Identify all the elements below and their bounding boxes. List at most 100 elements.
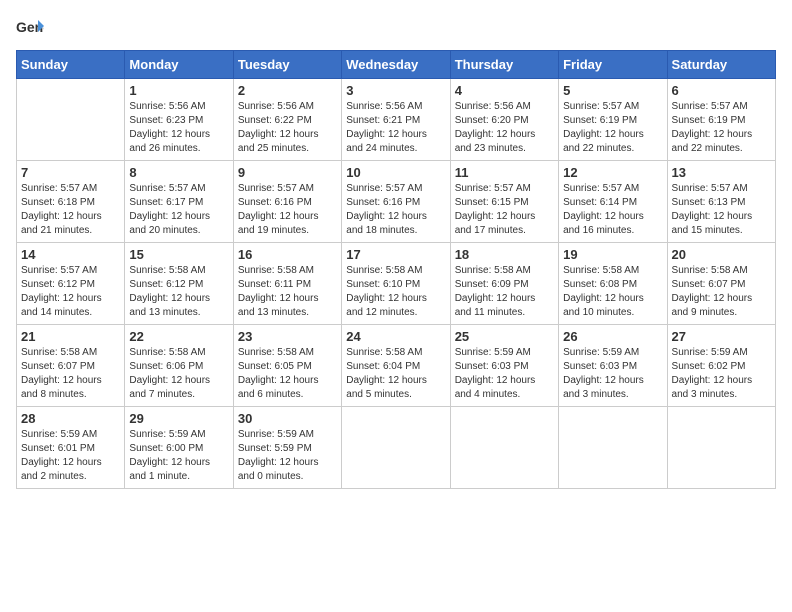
day-number: 2: [238, 83, 337, 98]
day-info: Sunrise: 5:59 AM Sunset: 6:00 PM Dayligh…: [129, 428, 228, 484]
day-info: Sunrise: 5:58 AM Sunset: 6:12 PM Dayligh…: [129, 264, 228, 320]
day-info: Sunrise: 5:58 AM Sunset: 6:06 PM Dayligh…: [129, 346, 228, 402]
day-info: Sunrise: 5:59 AM Sunset: 6:02 PM Dayligh…: [672, 346, 771, 402]
day-number: 15: [129, 247, 228, 262]
calendar-cell: 12 Sunrise: 5:57 AM Sunset: 6:14 PM Dayli…: [559, 161, 667, 243]
day-info: Sunrise: 5:57 AM Sunset: 6:18 PM Dayligh…: [21, 182, 120, 238]
day-info: Sunrise: 5:59 AM Sunset: 6:01 PM Dayligh…: [21, 428, 120, 484]
day-number: 10: [346, 165, 445, 180]
calendar-cell: 29 Sunrise: 5:59 AM Sunset: 6:00 PM Dayli…: [125, 407, 233, 489]
day-number: 13: [672, 165, 771, 180]
day-info: Sunrise: 5:57 AM Sunset: 6:16 PM Dayligh…: [346, 182, 445, 238]
day-number: 5: [563, 83, 662, 98]
calendar-week-row: 14Sunrise: 5:57 AM Sunset: 6:12 PM Dayli…: [17, 243, 776, 325]
calendar-cell: 22 Sunrise: 5:58 AM Sunset: 6:06 PM Dayli…: [125, 325, 233, 407]
day-info: Sunrise: 5:56 AM Sunset: 6:22 PM Dayligh…: [238, 100, 337, 156]
calendar-cell: 30Sunrise: 5:59 AM Sunset: 5:59 PM Dayli…: [233, 407, 341, 489]
logo: General: [16, 16, 48, 38]
calendar-cell: 13 Sunrise: 5:57 AM Sunset: 6:13 PM Dayli…: [667, 161, 775, 243]
calendar-cell: 9 Sunrise: 5:57 AM Sunset: 6:16 PM Daylig…: [233, 161, 341, 243]
day-number: 16: [238, 247, 337, 262]
day-info: Sunrise: 5:56 AM Sunset: 6:23 PM Dayligh…: [129, 100, 228, 156]
day-number: 6: [672, 83, 771, 98]
calendar-cell: 18 Sunrise: 5:58 AM Sunset: 6:09 PM Dayli…: [450, 243, 558, 325]
calendar-week-row: 1 Sunrise: 5:56 AM Sunset: 6:23 PM Daylig…: [17, 79, 776, 161]
day-of-week-header: Monday: [125, 51, 233, 79]
calendar-cell: 21Sunrise: 5:58 AM Sunset: 6:07 PM Dayli…: [17, 325, 125, 407]
day-number: 27: [672, 329, 771, 344]
day-info: Sunrise: 5:58 AM Sunset: 6:05 PM Dayligh…: [238, 346, 337, 402]
day-number: 26: [563, 329, 662, 344]
calendar-cell: 15 Sunrise: 5:58 AM Sunset: 6:12 PM Dayli…: [125, 243, 233, 325]
calendar-cell: 3 Sunrise: 5:56 AM Sunset: 6:21 PM Daylig…: [342, 79, 450, 161]
day-number: 21: [21, 329, 120, 344]
day-info: Sunrise: 5:57 AM Sunset: 6:15 PM Dayligh…: [455, 182, 554, 238]
calendar-cell: 4Sunrise: 5:56 AM Sunset: 6:20 PM Daylig…: [450, 79, 558, 161]
day-number: 18: [455, 247, 554, 262]
day-number: 9: [238, 165, 337, 180]
calendar-header-row: SundayMondayTuesdayWednesdayThursdayFrid…: [17, 51, 776, 79]
day-number: 8: [129, 165, 228, 180]
calendar-cell: 2 Sunrise: 5:56 AM Sunset: 6:22 PM Daylig…: [233, 79, 341, 161]
day-number: 4: [455, 83, 554, 98]
calendar-cell: 6 Sunrise: 5:57 AM Sunset: 6:19 PM Daylig…: [667, 79, 775, 161]
day-number: 7: [21, 165, 120, 180]
day-info: Sunrise: 5:57 AM Sunset: 6:13 PM Dayligh…: [672, 182, 771, 238]
day-of-week-header: Friday: [559, 51, 667, 79]
day-number: 23: [238, 329, 337, 344]
calendar-cell: 16Sunrise: 5:58 AM Sunset: 6:11 PM Dayli…: [233, 243, 341, 325]
day-number: 3: [346, 83, 445, 98]
day-info: Sunrise: 5:58 AM Sunset: 6:07 PM Dayligh…: [672, 264, 771, 320]
day-number: 28: [21, 411, 120, 426]
day-number: 24: [346, 329, 445, 344]
day-number: 17: [346, 247, 445, 262]
day-number: 22: [129, 329, 228, 344]
calendar-week-row: 28 Sunrise: 5:59 AM Sunset: 6:01 PM Dayli…: [17, 407, 776, 489]
day-of-week-header: Sunday: [17, 51, 125, 79]
logo-icon: General: [16, 16, 44, 38]
day-info: Sunrise: 5:58 AM Sunset: 6:04 PM Dayligh…: [346, 346, 445, 402]
calendar-table: SundayMondayTuesdayWednesdayThursdayFrid…: [16, 50, 776, 489]
calendar-cell: 10 Sunrise: 5:57 AM Sunset: 6:16 PM Dayli…: [342, 161, 450, 243]
day-info: Sunrise: 5:58 AM Sunset: 6:09 PM Dayligh…: [455, 264, 554, 320]
calendar-cell: 7 Sunrise: 5:57 AM Sunset: 6:18 PM Daylig…: [17, 161, 125, 243]
calendar-cell: 1 Sunrise: 5:56 AM Sunset: 6:23 PM Daylig…: [125, 79, 233, 161]
day-of-week-header: Wednesday: [342, 51, 450, 79]
calendar-cell: 11Sunrise: 5:57 AM Sunset: 6:15 PM Dayli…: [450, 161, 558, 243]
day-number: 12: [563, 165, 662, 180]
calendar-cell: 27 Sunrise: 5:59 AM Sunset: 6:02 PM Dayli…: [667, 325, 775, 407]
day-info: Sunrise: 5:56 AM Sunset: 6:21 PM Dayligh…: [346, 100, 445, 156]
calendar-cell: [450, 407, 558, 489]
calendar-cell: 17 Sunrise: 5:58 AM Sunset: 6:10 PM Dayli…: [342, 243, 450, 325]
day-info: Sunrise: 5:59 AM Sunset: 6:03 PM Dayligh…: [563, 346, 662, 402]
day-info: Sunrise: 5:58 AM Sunset: 6:10 PM Dayligh…: [346, 264, 445, 320]
page-header: General: [16, 16, 776, 38]
calendar-cell: [559, 407, 667, 489]
day-info: Sunrise: 5:57 AM Sunset: 6:14 PM Dayligh…: [563, 182, 662, 238]
calendar-cell: 26 Sunrise: 5:59 AM Sunset: 6:03 PM Dayli…: [559, 325, 667, 407]
calendar-cell: 24 Sunrise: 5:58 AM Sunset: 6:04 PM Dayli…: [342, 325, 450, 407]
day-number: 20: [672, 247, 771, 262]
calendar-week-row: 21Sunrise: 5:58 AM Sunset: 6:07 PM Dayli…: [17, 325, 776, 407]
calendar-cell: 8 Sunrise: 5:57 AM Sunset: 6:17 PM Daylig…: [125, 161, 233, 243]
day-number: 1: [129, 83, 228, 98]
calendar-cell: [342, 407, 450, 489]
calendar-cell: 5 Sunrise: 5:57 AM Sunset: 6:19 PM Daylig…: [559, 79, 667, 161]
day-info: Sunrise: 5:57 AM Sunset: 6:17 PM Dayligh…: [129, 182, 228, 238]
day-info: Sunrise: 5:58 AM Sunset: 6:08 PM Dayligh…: [563, 264, 662, 320]
day-info: Sunrise: 5:57 AM Sunset: 6:19 PM Dayligh…: [672, 100, 771, 156]
day-of-week-header: Saturday: [667, 51, 775, 79]
calendar-cell: [17, 79, 125, 161]
day-of-week-header: Tuesday: [233, 51, 341, 79]
day-info: Sunrise: 5:57 AM Sunset: 6:19 PM Dayligh…: [563, 100, 662, 156]
calendar-cell: [667, 407, 775, 489]
calendar-cell: 25 Sunrise: 5:59 AM Sunset: 6:03 PM Dayli…: [450, 325, 558, 407]
day-of-week-header: Thursday: [450, 51, 558, 79]
calendar-cell: 20 Sunrise: 5:58 AM Sunset: 6:07 PM Dayli…: [667, 243, 775, 325]
day-number: 25: [455, 329, 554, 344]
calendar-cell: 14Sunrise: 5:57 AM Sunset: 6:12 PM Dayli…: [17, 243, 125, 325]
day-info: Sunrise: 5:59 AM Sunset: 6:03 PM Dayligh…: [455, 346, 554, 402]
day-info: Sunrise: 5:57 AM Sunset: 6:12 PM Dayligh…: [21, 264, 120, 320]
day-info: Sunrise: 5:57 AM Sunset: 6:16 PM Dayligh…: [238, 182, 337, 238]
day-number: 29: [129, 411, 228, 426]
